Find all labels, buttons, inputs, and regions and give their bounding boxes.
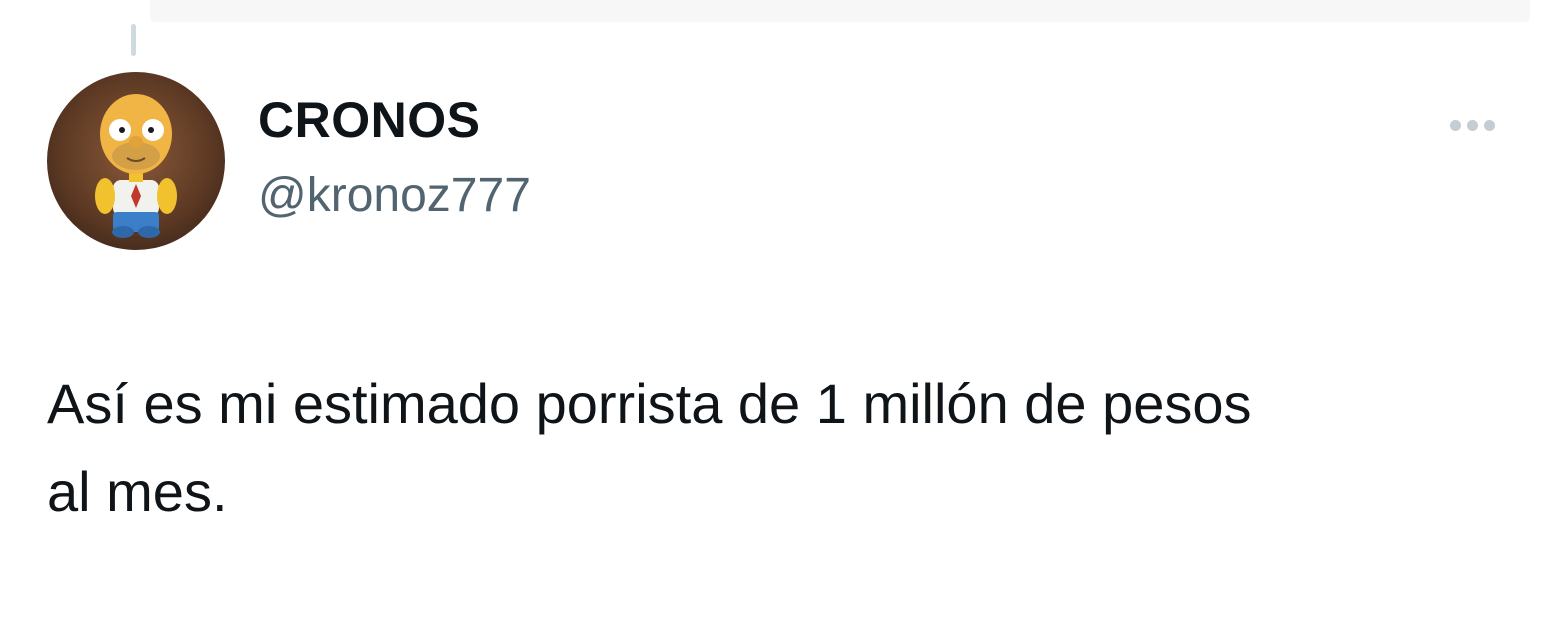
tweet-text: Así es mi estimado porrista de 1 millón … [47,372,1252,523]
avatar[interactable] [47,72,225,250]
more-horizontal-icon [1449,119,1461,131]
author-display-name[interactable]: CRONOS [258,95,480,145]
more-horizontal-icon-dot [1483,119,1495,131]
author-handle[interactable]: @kronoz777 [258,172,531,220]
previous-post-edge [150,0,1530,22]
more-horizontal-icon-dot [1466,119,1478,131]
thread-connector-line [131,24,136,56]
more-options-button[interactable] [1436,108,1508,142]
toy-figure-avatar-icon [95,94,177,238]
tweet-card: CRONOS @kronoz777 Así es mi estimado por… [0,0,1556,620]
